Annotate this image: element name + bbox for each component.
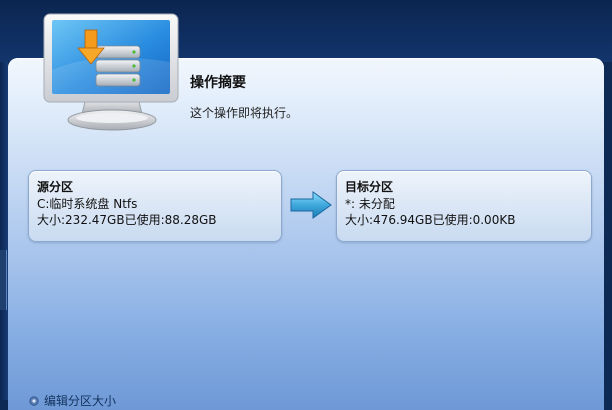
gear-icon: [29, 395, 39, 406]
source-partition-size: 大小:232.47GB已使用:88.28GB: [37, 213, 217, 227]
source-partition-name: C:临时系统盘 Ntfs: [37, 197, 138, 211]
summary-description: 这个操作即将执行。: [190, 106, 299, 120]
edit-partition-size-label: 编辑分区大小: [44, 394, 117, 408]
source-partition-card: 源分区 C:临时系统盘 Ntfs 大小:232.47GB已使用:88.28GB: [28, 170, 282, 242]
target-partition-title: 目标分区: [345, 180, 394, 194]
drive-copy-monitor-icon: [43, 13, 179, 131]
summary-title: 操作摘要: [190, 75, 246, 91]
window-left-edge: [0, 62, 8, 400]
target-partition-card: 目标分区 *: 未分配 大小:476.94GB已使用:0.00KB: [336, 170, 592, 242]
right-arrow-icon: [290, 191, 332, 219]
left-side-tab[interactable]: [0, 250, 7, 310]
target-partition-size: 大小:476.94GB已使用:0.00KB: [345, 213, 516, 227]
target-partition-name: *: 未分配: [345, 197, 395, 211]
source-partition-title: 源分区: [37, 180, 74, 194]
edit-partition-size-link[interactable]: 编辑分区大小: [28, 392, 116, 409]
